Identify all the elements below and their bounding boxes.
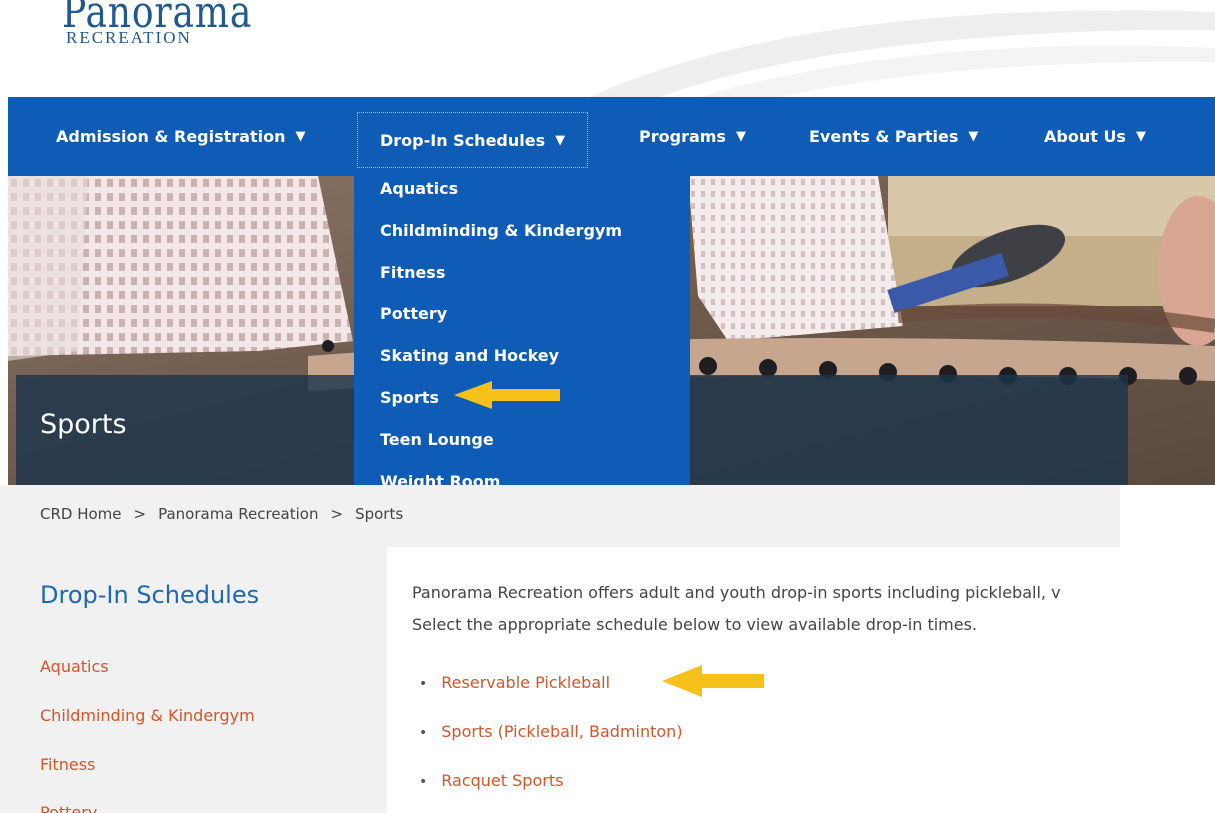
site-header: Panorama RECREATION — [0, 0, 1215, 97]
intro-line-2: Select the appropriate schedule below to… — [412, 615, 978, 634]
dropdown-arrow-icon: ▼ — [555, 132, 566, 148]
breadcrumb: CRD Home > Panorama Recreation > Sports — [0, 485, 1120, 547]
link-sports-pickleball-badminton[interactable]: Sports (Pickleball, Badminton) — [441, 722, 682, 741]
sidebar-title[interactable]: Drop-In Schedules — [40, 581, 259, 609]
intro-text: Panorama Recreation offers adult and you… — [412, 577, 1061, 641]
drop-in-schedules-dropdown: Aquatics Childminding & Kindergym Fitnes… — [354, 168, 690, 508]
link-reservable-pickleball[interactable]: Reservable Pickleball — [441, 673, 610, 692]
main-nav: Admission & Registration ▼ Drop-In Sched… — [8, 97, 1215, 176]
logo-subtitle: RECREATION — [66, 28, 192, 47]
dropdown-item-skating-hockey[interactable]: Skating and Hockey — [354, 339, 690, 381]
nav-label: Events & Parties — [809, 127, 959, 146]
list-item: • Racquet Sports — [419, 771, 563, 790]
callout-arrow-icon — [662, 665, 764, 697]
nav-label: Programs — [639, 127, 726, 146]
sidebar-item-childminding[interactable]: Childminding & Kindergym — [40, 706, 255, 725]
nav-drop-in-schedules[interactable]: Drop-In Schedules ▼ — [354, 109, 592, 171]
sidebar: Drop-In Schedules Aquatics Childminding … — [0, 547, 387, 813]
dropdown-arrow-icon: ▼ — [295, 129, 306, 144]
nav-label: Admission & Registration — [56, 127, 286, 146]
breadcrumb-panorama-recreation[interactable]: Panorama Recreation — [158, 505, 318, 523]
sidebar-item-aquatics[interactable]: Aquatics — [40, 657, 109, 676]
dropdown-item-teen-lounge[interactable]: Teen Lounge — [354, 423, 690, 465]
dropdown-arrow-icon: ▼ — [735, 129, 746, 144]
nav-about-us[interactable]: About Us ▼ — [1044, 97, 1146, 176]
bullet-icon: • — [419, 774, 428, 790]
nav-label: About Us — [1044, 127, 1126, 146]
dropdown-arrow-icon: ▼ — [1135, 129, 1146, 144]
dropdown-item-childminding[interactable]: Childminding & Kindergym — [354, 214, 690, 256]
dropdown-item-fitness[interactable]: Fitness — [354, 256, 690, 298]
list-item: • Sports (Pickleball, Badminton) — [419, 722, 683, 741]
link-racquet-sports[interactable]: Racquet Sports — [441, 771, 563, 790]
nav-programs[interactable]: Programs ▼ — [639, 97, 746, 176]
breadcrumb-current-sports: Sports — [355, 505, 404, 523]
sidebar-item-fitness[interactable]: Fitness — [40, 755, 95, 774]
nav-events-parties[interactable]: Events & Parties ▼ — [809, 97, 978, 176]
main-content: Panorama Recreation offers adult and you… — [387, 547, 1215, 813]
nav-admission-registration[interactable]: Admission & Registration ▼ — [56, 97, 305, 176]
sidebar-item-pottery[interactable]: Pottery — [40, 803, 97, 813]
intro-line-1: Panorama Recreation offers adult and you… — [412, 583, 1061, 602]
dropdown-arrow-icon: ▼ — [968, 129, 979, 144]
breadcrumb-separator: > — [330, 505, 344, 523]
page-title: Sports — [40, 409, 127, 440]
breadcrumb-separator: > — [133, 505, 147, 523]
dropdown-item-pottery[interactable]: Pottery — [354, 297, 690, 339]
nav-label: Drop-In Schedules — [380, 130, 546, 150]
list-item: • Reservable Pickleball — [419, 673, 610, 692]
logo[interactable]: Panorama RECREATION — [62, 0, 252, 47]
dropdown-item-aquatics[interactable]: Aquatics — [354, 172, 690, 214]
callout-arrow-icon — [454, 381, 560, 409]
bullet-icon: • — [419, 676, 428, 692]
bullet-icon: • — [419, 725, 428, 741]
breadcrumb-crd-home[interactable]: CRD Home — [40, 505, 122, 523]
